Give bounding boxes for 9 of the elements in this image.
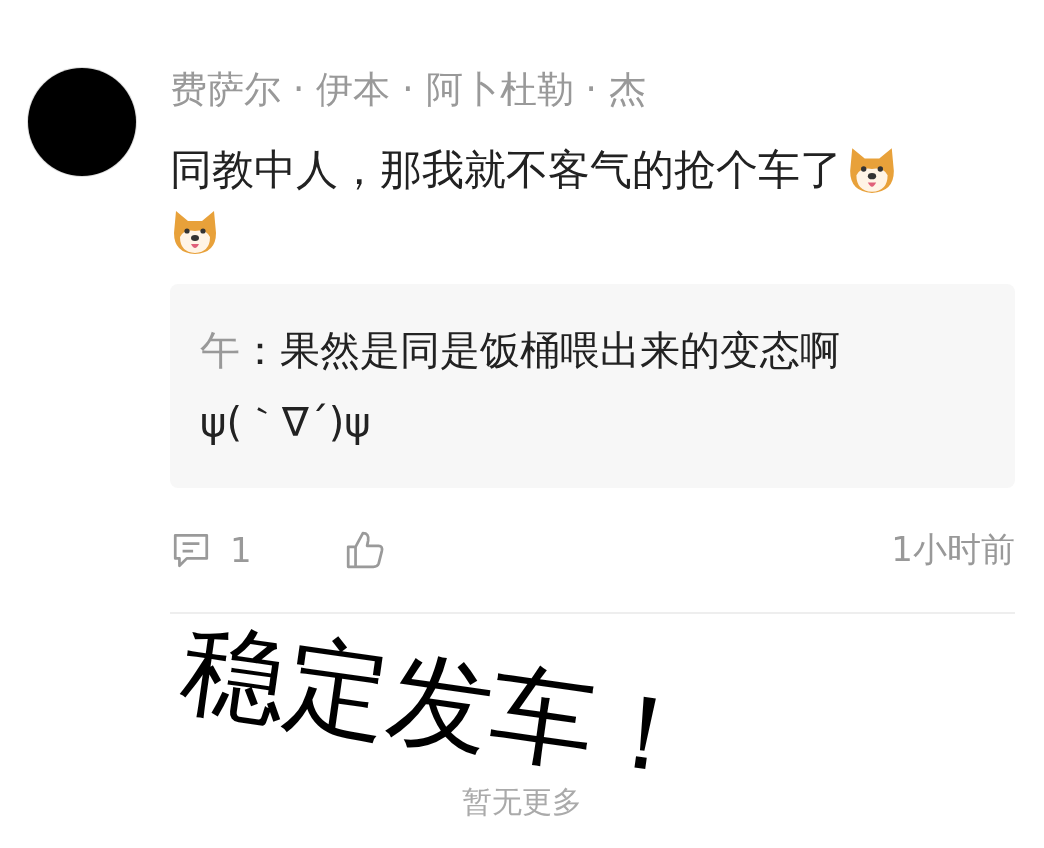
commenter-name[interactable]: 费萨尔 · 伊本 · 阿卜杜勒 · 杰 bbox=[170, 68, 1015, 112]
reply-box[interactable]: 午：果然是同是饭桶喂出来的变态啊 ψ(｀∇´)ψ bbox=[170, 284, 1015, 488]
reply-text: ：果然是同是饭桶喂出来的变态啊 bbox=[240, 326, 840, 375]
reply-author[interactable]: 午 bbox=[200, 314, 240, 386]
reply-count: 1 bbox=[230, 530, 252, 570]
comment-text: 同教中人，那我就不客气的抢个车了 bbox=[170, 144, 842, 196]
kaomoji-text: ψ(｀∇´)ψ bbox=[200, 398, 371, 447]
timestamp: 1小时前 bbox=[891, 528, 1015, 571]
end-of-list-text: 暂无更多 bbox=[462, 783, 582, 821]
